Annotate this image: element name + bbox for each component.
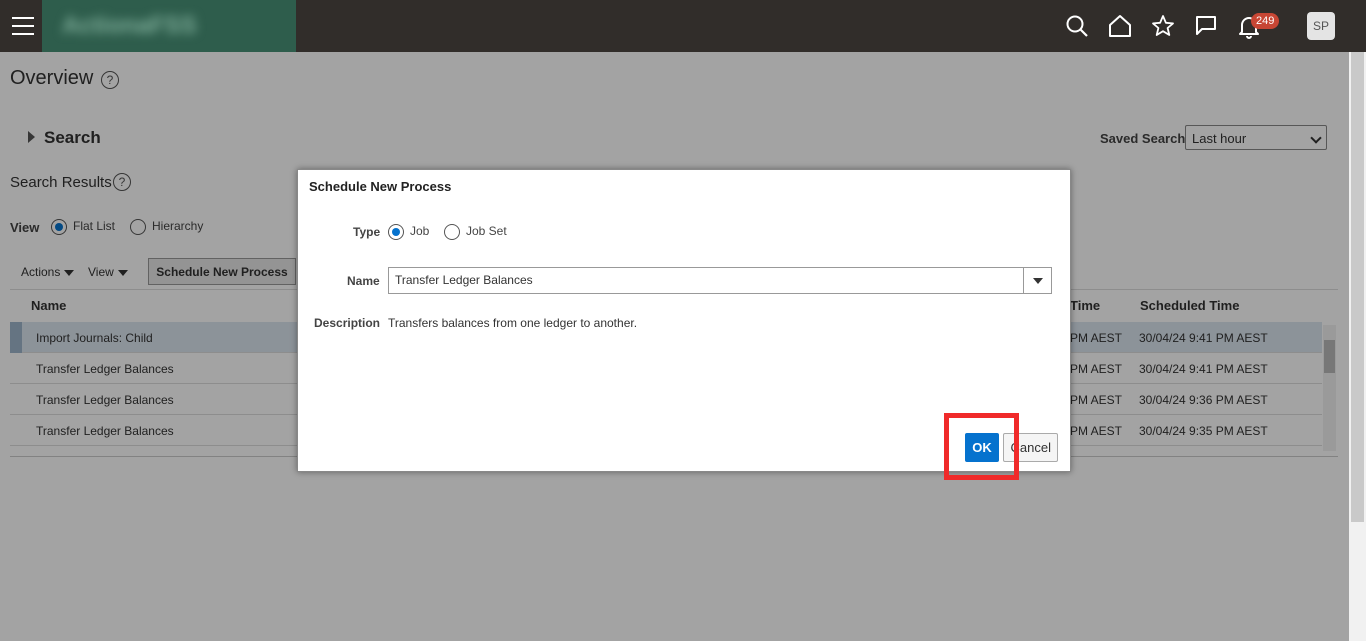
page-scrollbar-thumb[interactable]	[1351, 52, 1364, 522]
logo[interactable]: ActionaFSS	[42, 0, 296, 52]
notification-badge: 249	[1251, 13, 1280, 29]
flag-icon[interactable]	[1193, 13, 1219, 39]
search-icon[interactable]	[1064, 13, 1090, 39]
star-icon[interactable]	[1150, 13, 1176, 39]
description-label: Description	[314, 316, 381, 330]
home-icon[interactable]	[1107, 13, 1133, 39]
page-scrollbar[interactable]	[1349, 52, 1366, 641]
dropdown-arrow-icon[interactable]	[1023, 268, 1051, 293]
radio-icon	[444, 224, 460, 240]
cancel-button[interactable]: Cancel	[1003, 433, 1058, 462]
job-radio[interactable]: Job	[388, 224, 429, 240]
description-value: Transfers balances from one ledger to an…	[388, 316, 638, 330]
ok-button[interactable]: OK	[965, 433, 999, 462]
name-label: Name	[347, 274, 380, 288]
radio-selected-icon	[388, 224, 404, 240]
process-name-input[interactable]: Transfer Ledger Balances	[388, 267, 1052, 294]
schedule-new-process-dialog: Schedule New Process Type Job Job Set Na…	[297, 169, 1071, 472]
job-set-radio[interactable]: Job Set	[444, 224, 507, 240]
job-label: Job	[410, 224, 430, 239]
type-label: Type	[353, 225, 381, 239]
logo-text: ActionaFSS	[62, 12, 197, 39]
top-bar: ActionaFSS 249 SP	[0, 0, 1366, 52]
dialog-title: Schedule New Process	[309, 179, 452, 194]
menu-icon[interactable]	[12, 17, 34, 35]
avatar[interactable]: SP	[1307, 12, 1335, 40]
job-set-label: Job Set	[466, 224, 507, 239]
process-name-value: Transfer Ledger Balances	[395, 273, 533, 287]
